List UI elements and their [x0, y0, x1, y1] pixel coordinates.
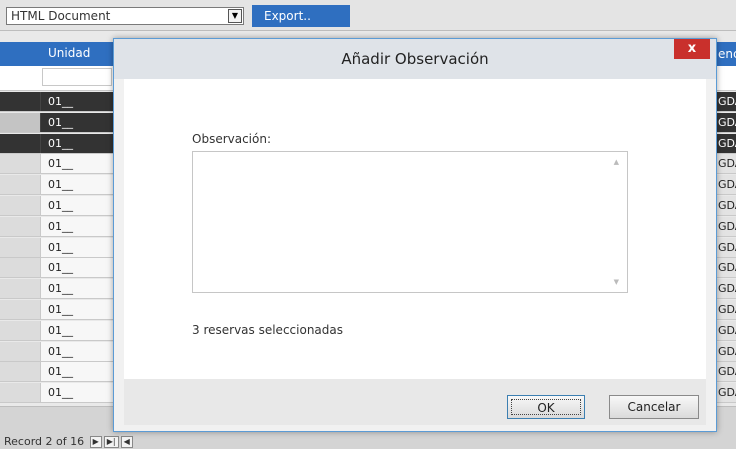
unidad-cell: 01__	[40, 258, 114, 278]
add-observation-dialog: Añadir Observación x Observación: ▲ ▼ 3 …	[113, 38, 717, 432]
export-button[interactable]: Export..	[252, 5, 350, 27]
ok-button-label: OK	[511, 399, 581, 415]
dialog-title: Añadir Observación	[341, 50, 489, 68]
ok-button[interactable]: OK	[507, 395, 585, 419]
row-selector[interactable]	[0, 258, 40, 278]
partial-cell: GDA	[718, 178, 736, 192]
column-header-unidad[interactable]: Unidad	[48, 46, 90, 60]
observation-label: Observación:	[192, 132, 272, 146]
row-selector[interactable]	[0, 175, 40, 195]
partial-cell: GDA	[718, 219, 736, 233]
partial-cell: GDA	[718, 92, 736, 111]
dialog-titlebar[interactable]: Añadir Observación x	[114, 39, 716, 79]
partial-cell: GDA	[718, 282, 736, 296]
row-selector[interactable]	[0, 320, 40, 340]
row-selector[interactable]	[0, 112, 40, 132]
row-selector[interactable]	[0, 341, 40, 361]
partial-cell: GDA	[718, 157, 736, 171]
dialog-content: Observación: ▲ ▼ 3 reservas seleccionada…	[124, 79, 706, 379]
next-page-icon[interactable]: ▶	[89, 436, 102, 448]
row-selector[interactable]	[0, 383, 40, 403]
page-back-icon[interactable]: ◀	[120, 436, 133, 448]
unidad-cell: 01__	[40, 320, 114, 340]
report-toolbar: HTML Document ▼ Export..	[0, 0, 736, 31]
row-selector[interactable]	[0, 216, 40, 236]
partial-cell: GDA	[718, 303, 736, 316]
row-selector[interactable]	[0, 154, 40, 174]
cancel-button[interactable]: Cancelar	[609, 395, 699, 419]
unidad-cell: 01__	[40, 92, 114, 111]
unidad-cell: 01__	[40, 383, 114, 403]
close-button[interactable]: x	[674, 39, 710, 59]
observation-textarea[interactable]: ▲ ▼	[192, 151, 628, 293]
pager: Record 2 of 16 ▶ ▶| ◀	[4, 435, 133, 448]
export-format-value: HTML Document	[11, 9, 111, 23]
selection-count: 3 reservas seleccionadas	[192, 323, 343, 337]
partial-cell: GDA	[718, 240, 736, 254]
unidad-cell: 01__	[40, 362, 114, 382]
row-selector[interactable]	[0, 196, 40, 215]
scroll-up-icon[interactable]: ▲	[614, 158, 619, 166]
column-header-partial[interactable]: enc	[718, 42, 736, 66]
row-selector[interactable]	[0, 362, 40, 382]
unidad-cell: 01__	[40, 300, 114, 319]
row-selector[interactable]	[0, 92, 40, 111]
dialog-footer: OK Cancelar	[124, 379, 706, 425]
last-page-icon[interactable]: ▶|	[103, 436, 119, 448]
unidad-cell: 01__	[40, 133, 114, 153]
partial-cell: GDA	[718, 386, 736, 400]
unidad-filter-input[interactable]	[42, 68, 112, 86]
partial-cell: GDA	[718, 133, 736, 153]
partial-cell: GDA	[718, 199, 736, 212]
unidad-cell: 01__	[40, 216, 114, 236]
export-format-select[interactable]: HTML Document ▼	[6, 7, 244, 25]
row-selector[interactable]	[0, 300, 40, 319]
scroll-down-icon[interactable]: ▼	[614, 278, 619, 286]
unidad-cell: 01__	[40, 175, 114, 195]
partial-cell: GDA	[718, 344, 736, 358]
partial-cell: GDA	[718, 261, 736, 275]
unidad-cell: 01__	[40, 112, 114, 132]
row-selector[interactable]	[0, 237, 40, 257]
unidad-cell: 01__	[40, 237, 114, 257]
unidad-cell: 01__	[40, 341, 114, 361]
partial-cell: GDA	[718, 323, 736, 337]
unidad-cell: 01__	[40, 279, 114, 299]
row-selector[interactable]	[0, 133, 40, 153]
unidad-cell: 01__	[40, 154, 114, 174]
unidad-cell: 01__	[40, 196, 114, 215]
partial-cell: GDA	[718, 365, 736, 379]
row-selector[interactable]	[0, 279, 40, 299]
partial-cell: GDA	[718, 112, 736, 132]
pager-text: Record 2 of 16	[4, 435, 85, 448]
chevron-down-icon[interactable]: ▼	[228, 9, 242, 23]
